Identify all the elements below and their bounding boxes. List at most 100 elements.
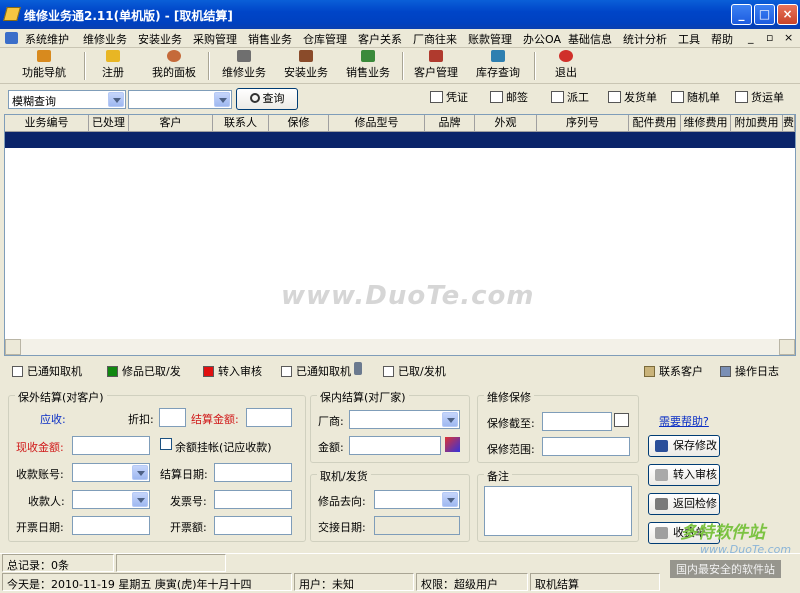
delivery-note-button[interactable]: 发货单 xyxy=(608,89,657,105)
table-row[interactable] xyxy=(5,132,795,148)
account-no-select[interactable] xyxy=(72,463,150,482)
legend-picked: 修品已取/发 xyxy=(107,363,181,379)
packing-slip-button[interactable]: 随机单 xyxy=(671,89,720,105)
warranty-expire-input[interactable] xyxy=(542,412,612,431)
scroll-right-button[interactable] xyxy=(779,339,795,355)
sales-button[interactable]: 销售业务 xyxy=(342,50,394,82)
exit-button[interactable]: 退出 xyxy=(548,50,584,82)
handover-date-input[interactable] xyxy=(374,516,460,535)
remarks-textarea[interactable] xyxy=(484,486,632,536)
nav-button[interactable]: 功能导航 xyxy=(14,50,74,82)
group-title: 取机/发货 xyxy=(317,468,371,484)
col-header[interactable]: 费 xyxy=(783,115,795,132)
records-grid[interactable]: 业务编号 已处理 客户 联系人 保修 修品型号 品牌 外观 序列号 配件费用 维… xyxy=(4,114,796,356)
payee-select[interactable] xyxy=(72,490,150,509)
close-button[interactable]: × xyxy=(777,4,798,25)
stock-button[interactable]: 库存查询 xyxy=(472,50,524,82)
search-label: 查询 xyxy=(262,92,285,105)
col-header[interactable]: 品牌 xyxy=(425,115,475,132)
chevron-down-icon xyxy=(108,92,124,107)
menu-office[interactable]: 办公OA xyxy=(523,31,561,47)
col-header[interactable]: 已处理 xyxy=(89,115,129,132)
warranty-scope-input[interactable] xyxy=(542,437,630,456)
col-header[interactable]: 业务编号 xyxy=(5,115,89,132)
mail-label-button[interactable]: 邮签 xyxy=(490,89,528,105)
col-header[interactable]: 外观 xyxy=(475,115,537,132)
col-header[interactable]: 序列号 xyxy=(537,115,629,132)
search-button[interactable]: 查询 xyxy=(236,88,298,110)
invoice-amount-input[interactable] xyxy=(214,516,292,535)
discount-label: 折扣: xyxy=(128,413,154,426)
mdi-restore-button[interactable]: ▫ xyxy=(766,31,773,44)
col-header[interactable]: 维修费用 xyxy=(681,115,731,132)
printer-icon xyxy=(551,91,564,103)
menu-stats[interactable]: 统计分析 xyxy=(623,31,667,47)
white-square-icon xyxy=(281,366,292,377)
col-header[interactable]: 联系人 xyxy=(213,115,269,132)
mdi-close-button[interactable]: × xyxy=(784,31,793,44)
maximize-button[interactable]: □ xyxy=(754,4,775,25)
invoice-date-input[interactable] xyxy=(72,516,150,535)
install-button[interactable]: 安装业务 xyxy=(280,50,332,82)
minimize-button[interactable]: _ xyxy=(731,4,752,25)
menu-purchase[interactable]: 采购管理 xyxy=(193,31,237,47)
cash-amount-input[interactable] xyxy=(72,436,150,455)
menu-system[interactable]: 系统维护 xyxy=(25,31,69,47)
horizontal-scrollbar[interactable] xyxy=(5,339,795,355)
menu-install[interactable]: 安装业务 xyxy=(138,31,182,47)
search-mode-select[interactable]: 模糊查询 xyxy=(8,90,126,109)
vendor-select[interactable] xyxy=(349,410,460,429)
mdi-minimize-button[interactable]: _ xyxy=(748,31,754,44)
repair-button[interactable]: 维修业务 xyxy=(218,50,270,82)
destination-select[interactable] xyxy=(374,490,460,509)
save-label: 保存修改 xyxy=(673,439,717,452)
settle-date-input[interactable] xyxy=(214,463,292,482)
scroll-left-button[interactable] xyxy=(5,339,21,355)
to-audit-button[interactable]: 转入审核 xyxy=(648,464,720,486)
discount-input[interactable] xyxy=(159,408,186,427)
menu-help[interactable]: 帮助 xyxy=(711,31,733,47)
printer-icon[interactable] xyxy=(614,413,629,427)
col-header[interactable]: 客户 xyxy=(129,115,213,132)
operation-log-button[interactable]: 操作日志 xyxy=(720,363,779,379)
menu-sales[interactable]: 销售业务 xyxy=(248,31,292,47)
search-icon xyxy=(249,93,260,103)
contact-customer-button[interactable]: 联系客户 xyxy=(644,363,703,379)
menu-accounts[interactable]: 账款管理 xyxy=(468,31,512,47)
search-field-select[interactable] xyxy=(128,90,232,109)
help-link[interactable]: 需要帮助? xyxy=(659,413,709,429)
col-header[interactable]: 修品型号 xyxy=(329,115,425,132)
voucher-button[interactable]: 凭证 xyxy=(430,89,468,105)
mail-label-label: 邮签 xyxy=(506,91,528,104)
legend-picked-2: 已取/发机 xyxy=(383,363,446,379)
on-account-checkbox[interactable] xyxy=(160,438,172,450)
back-label: 返回检修 xyxy=(673,497,717,510)
watermark: www.DuoTe.com xyxy=(281,281,535,311)
menu-warehouse[interactable]: 仓库管理 xyxy=(303,31,347,47)
menu-vendor[interactable]: 厂商往来 xyxy=(413,31,457,47)
menu-tools[interactable]: 工具 xyxy=(678,31,700,47)
amount-input[interactable] xyxy=(349,436,441,455)
settle-amount-input[interactable] xyxy=(246,408,292,427)
col-header[interactable]: 保修 xyxy=(269,115,329,132)
back-to-repair-button[interactable]: 返回检修 xyxy=(648,493,720,515)
on-account-label: 余额挂帐(记应收款) xyxy=(175,441,272,454)
menu-basic[interactable]: 基础信息 xyxy=(568,31,612,47)
cart-icon xyxy=(361,50,375,62)
customer-button[interactable]: 客户管理 xyxy=(410,50,462,82)
freight-note-button[interactable]: 货运单 xyxy=(735,89,784,105)
wrench-icon xyxy=(237,50,251,62)
chevron-down-icon xyxy=(214,92,230,107)
save-button[interactable]: 保存修改 xyxy=(648,435,720,457)
dispatch-button[interactable]: 派工 xyxy=(551,89,589,105)
col-header[interactable]: 附加费用 xyxy=(731,115,783,132)
invoice-no-input[interactable] xyxy=(214,490,292,509)
col-header[interactable]: 配件费用 xyxy=(629,115,681,132)
register-button[interactable]: 注册 xyxy=(92,50,134,82)
calculator-icon[interactable] xyxy=(445,437,460,452)
menu-customer[interactable]: 客户关系 xyxy=(358,31,402,47)
compass-icon xyxy=(37,50,51,62)
my-panel-button[interactable]: 我的面板 xyxy=(148,50,200,82)
menu-repair[interactable]: 维修业务 xyxy=(83,31,127,47)
exit-label: 退出 xyxy=(555,66,577,79)
